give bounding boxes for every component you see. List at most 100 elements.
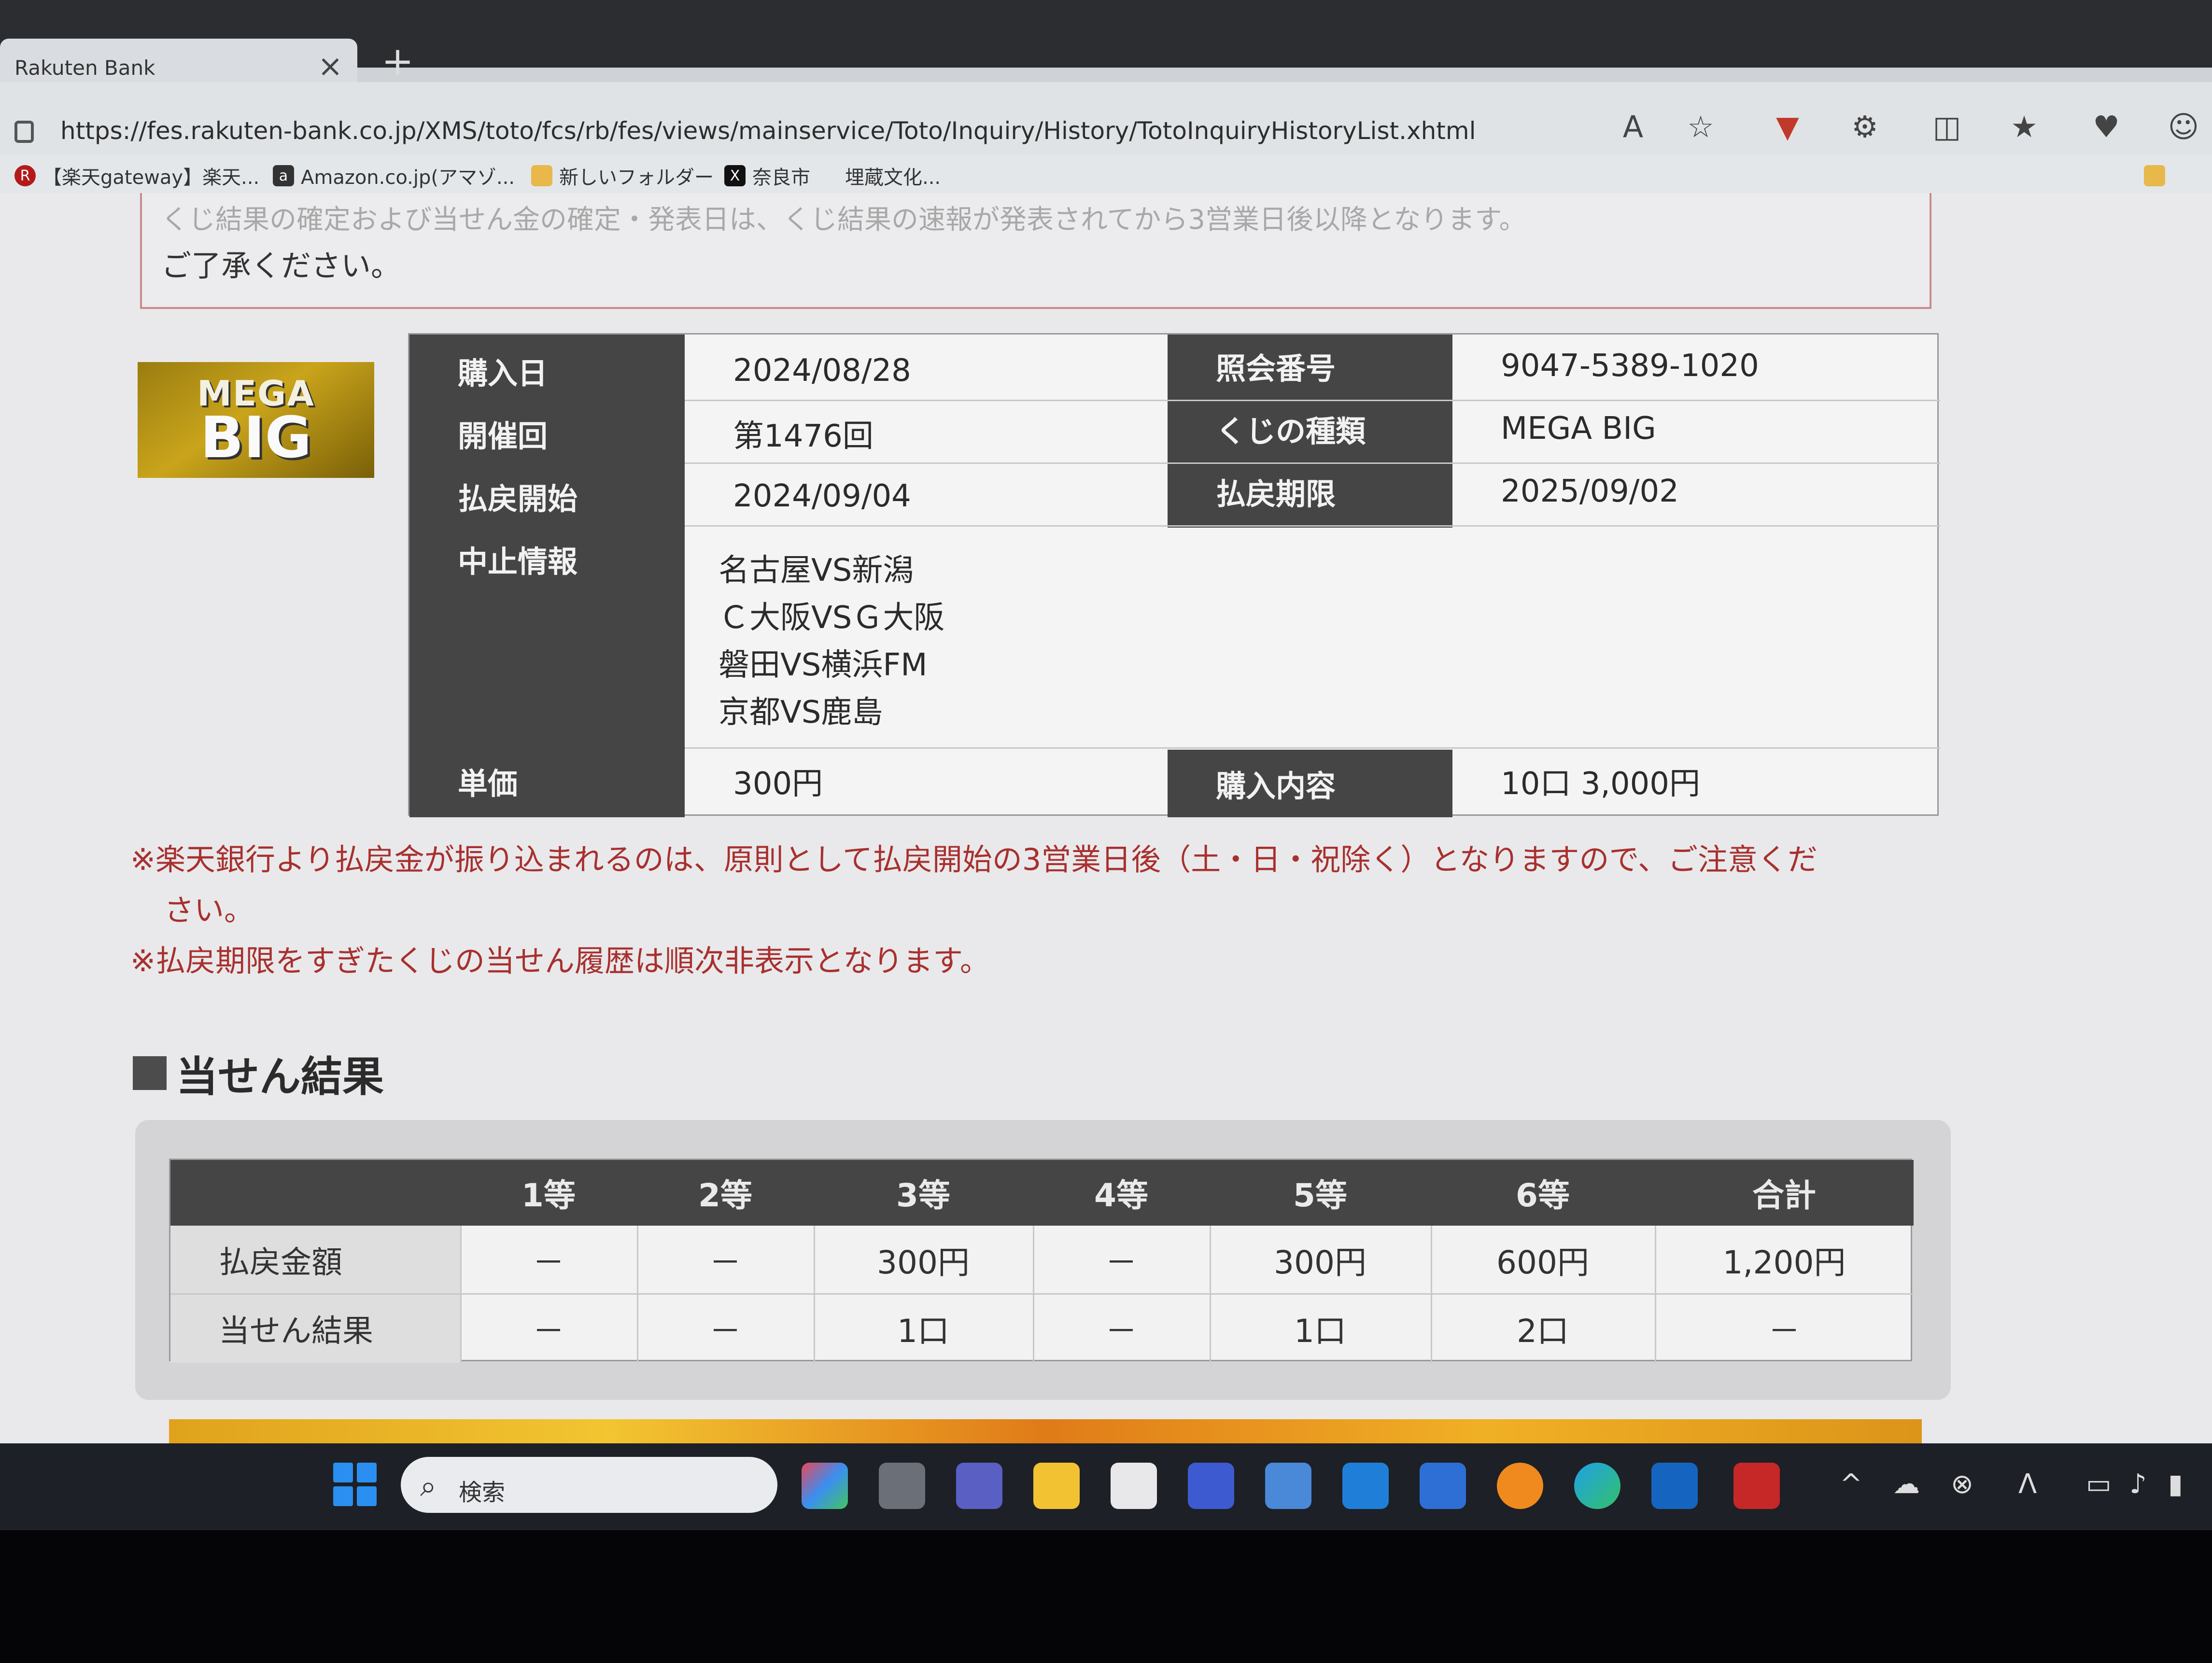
new-tab-button[interactable]: + — [381, 39, 414, 84]
app-orange-icon[interactable] — [1497, 1463, 1543, 1509]
payout-note-1-cont: さい。 — [164, 893, 254, 928]
battery-icon[interactable]: ▮ — [2168, 1468, 2183, 1500]
volume-icon[interactable]: ♪ — [2129, 1468, 2147, 1500]
header-1st: 1等 — [521, 1177, 576, 1214]
monitor-bezel — [0, 1530, 2212, 1663]
section-title: 当せん結果 — [176, 1053, 384, 1101]
notice-partial-line: くじ結果の確定および当せん金の確定・発表日は、くじ結果の速報が発表されてから3営… — [161, 204, 1526, 236]
search-placeholder: 検索 — [459, 1479, 506, 1506]
onedrive-icon[interactable]: ☁ — [1893, 1468, 1920, 1500]
divider — [685, 462, 1940, 464]
divider — [1655, 1226, 1656, 1363]
orange-banner-edge — [169, 1419, 1922, 1443]
divider — [1033, 1226, 1034, 1363]
header-4th: 4等 — [1094, 1177, 1148, 1214]
favorite-star-icon[interactable]: ☆ — [1680, 106, 1721, 147]
cell: － — [1105, 1244, 1137, 1281]
lock-icon[interactable] — [14, 121, 34, 143]
bookmark-label: 奈良市 — [752, 167, 810, 189]
cancel-match: 磐田VS横浜FM — [719, 647, 928, 683]
divider — [170, 1293, 1914, 1295]
unit-price-value: 300円 — [733, 766, 823, 802]
purchase-info-table: 購入日 開催回 払戻開始 中止情報 単価 2024/08/28 第1476回 2… — [408, 333, 1940, 817]
notice-box: くじ結果の確定および当せん金の確定・発表日は、くじ結果の速報が発表されてから3営… — [140, 193, 1931, 309]
tab-bar: Rakuten Bank × + — [0, 0, 2212, 92]
purchase-date-label: 購入日 — [458, 356, 548, 391]
header-total: 合計 — [1752, 1177, 1816, 1214]
bookmark-new-folder[interactable]: 新しいフォルダー — [531, 162, 714, 189]
bookmark-label: 新しいフォルダー — [559, 167, 714, 189]
store-icon[interactable] — [1111, 1463, 1157, 1509]
cell: 300円 — [1274, 1244, 1367, 1281]
mega-big-logo: MEGA BIG — [138, 362, 374, 478]
divider — [685, 400, 1940, 401]
section-square-icon — [133, 1056, 167, 1090]
extension-shield-icon[interactable]: ▼ — [1767, 106, 1808, 147]
cancel-match: 京都VS鹿島 — [719, 695, 883, 730]
read-aloud-icon[interactable]: A — [1613, 106, 1653, 147]
photos-icon[interactable] — [1265, 1463, 1311, 1509]
logo-bottom-text: BIG — [200, 404, 312, 471]
close-tab-icon[interactable]: × — [318, 48, 343, 84]
payout-note-2: ※払戻期限をすぎたくじの当せん履歴は順次非表示となります。 — [130, 943, 990, 978]
outlook-icon[interactable] — [1651, 1463, 1698, 1509]
browser-essentials-icon[interactable]: ♥ — [2086, 106, 2127, 147]
results-header-row: 1等 2等 3等 4等 5等 6等 合計 — [170, 1160, 1914, 1226]
header-5th: 5等 — [1293, 1177, 1347, 1214]
windows-taskbar: ⌕ 検索 ^ ☁ ⊗ Λ ▭ ♪ ▮ — [0, 1443, 2212, 1530]
favorites-icon[interactable]: ★ — [2004, 106, 2044, 147]
divider — [685, 525, 1940, 527]
header-3rd: 3等 — [896, 1177, 950, 1214]
cell: 600円 — [1496, 1244, 1589, 1281]
network-icon[interactable]: ▭ — [2086, 1468, 2112, 1500]
header-6th: 6等 — [1516, 1177, 1570, 1214]
cell: － — [709, 1244, 741, 1281]
cell: 1口 — [897, 1313, 949, 1350]
bookmark-rakuten-gateway[interactable]: R 【楽天gateway】楽天... — [14, 162, 259, 189]
page-content: くじ結果の確定および当せん金の確定・発表日は、くじ結果の速報が発表されてから3営… — [0, 193, 2212, 1443]
chevron-up-icon[interactable]: ^ — [1840, 1468, 1862, 1500]
app-grid-icon[interactable] — [1188, 1463, 1234, 1509]
divider — [637, 1226, 638, 1363]
taskbar-search[interactable]: ⌕ 検索 — [401, 1457, 777, 1513]
security-shield-icon[interactable] — [1733, 1463, 1780, 1509]
task-view-icon[interactable] — [879, 1463, 925, 1509]
cell: 1口 — [1294, 1313, 1346, 1350]
x-icon: X — [724, 165, 746, 186]
bookmark-label: 埋蔵文化... — [845, 167, 941, 189]
deadline-label: 払戻期限 — [1216, 476, 1336, 512]
bookmark-amazon[interactable]: a Amazon.co.jp(アマゾ... — [273, 162, 515, 189]
profile-icon[interactable]: ☺ — [2163, 106, 2204, 147]
edge-browser-icon[interactable] — [1574, 1463, 1620, 1509]
file-explorer-icon[interactable] — [1033, 1463, 1080, 1509]
teams-icon[interactable] — [956, 1463, 1002, 1509]
cell: － — [533, 1244, 564, 1281]
bookmark-buried-culture[interactable]: 埋蔵文化... — [845, 162, 941, 189]
app-a-icon[interactable]: Λ — [2018, 1468, 2037, 1500]
round-label: 開催回 — [458, 419, 548, 454]
other-favorites-folder-icon[interactable] — [2144, 162, 2172, 189]
divider — [1431, 1226, 1432, 1363]
row-label-payout-amount: 払戻金額 — [170, 1226, 460, 1294]
remote-desktop-icon[interactable] — [1342, 1463, 1389, 1509]
bookmark-nara-city[interactable]: X 奈良市 — [724, 162, 810, 189]
cell: 300円 — [877, 1244, 970, 1281]
close-circle-icon[interactable]: ⊗ — [1951, 1468, 1973, 1500]
ref-no-label: 照会番号 — [1216, 351, 1336, 386]
unit-price-label: 単価 — [458, 766, 518, 801]
purchase-date-value: 2024/08/28 — [733, 353, 911, 389]
cancel-info-list: 名古屋VS新潟 Ｃ大阪VSＧ大阪 磐田VS横浜FM 京都VS鹿島 — [719, 547, 944, 736]
deadline-value: 2025/09/02 — [1501, 474, 1679, 509]
row-label-win-result: 当せん結果 — [170, 1294, 460, 1363]
ref-no-value: 9047-5389-1020 — [1501, 348, 1759, 384]
results-panel: 1等 2等 3等 4等 5等 6等 合計 払戻金額 － － 300円 － 300… — [135, 1120, 1951, 1400]
cancel-match: 名古屋VS新潟 — [719, 553, 914, 588]
extensions-icon[interactable]: ⚙ — [1845, 106, 1885, 147]
start-button-icon[interactable] — [333, 1463, 377, 1506]
mail-icon[interactable] — [1420, 1463, 1466, 1509]
copilot-icon[interactable] — [802, 1463, 848, 1509]
header-2nd: 2等 — [698, 1177, 752, 1214]
split-screen-icon[interactable]: ◫ — [1927, 106, 1967, 147]
url-field[interactable]: https://fes.rakuten-bank.co.jp/XMS/toto/… — [60, 117, 1476, 145]
kind-label: くじの種類 — [1216, 414, 1366, 449]
